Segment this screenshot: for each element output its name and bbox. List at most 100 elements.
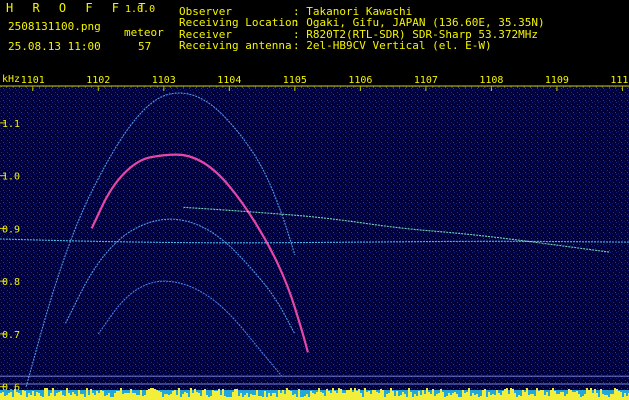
power-band-bar xyxy=(374,390,376,400)
power-band-bar xyxy=(364,388,366,400)
power-band-bar xyxy=(170,394,172,400)
power-band-bar xyxy=(576,391,578,400)
power-band-bar xyxy=(606,395,608,400)
power-band-bar xyxy=(278,390,280,400)
power-band-bar xyxy=(294,394,296,400)
power-band-bar xyxy=(502,391,504,400)
power-band-bar xyxy=(544,395,546,400)
power-band-bar xyxy=(32,391,34,400)
spectrogram: kHz 1101 1102 1103 1104 1105 1106 1107 1108 1109 1… xyxy=(0,72,629,400)
x-tick-label: 1109 xyxy=(545,75,569,86)
power-band-bar xyxy=(126,393,128,400)
power-band-bar xyxy=(124,393,126,400)
power-band-bar xyxy=(454,392,456,400)
power-band-bar xyxy=(56,393,58,400)
power-band-bar xyxy=(568,389,570,400)
power-band-bar xyxy=(102,391,104,400)
field-label-antenna: Receiving antenna xyxy=(179,39,292,52)
power-band-bar xyxy=(432,389,434,400)
power-band-bar xyxy=(160,392,162,400)
power-band-bar xyxy=(352,392,354,400)
power-band-bar xyxy=(330,393,332,400)
power-band-bar xyxy=(410,392,412,400)
power-band-bar xyxy=(332,388,334,400)
power-band-bar xyxy=(584,394,586,400)
power-band-bar xyxy=(66,388,68,400)
power-band-bar xyxy=(136,395,138,400)
power-band-bar xyxy=(620,392,622,400)
power-band-bar xyxy=(210,396,212,400)
power-band-bar xyxy=(62,395,64,400)
power-band-bar xyxy=(14,389,16,400)
y-axis-label: kHz xyxy=(2,74,20,85)
power-band-bar xyxy=(468,388,470,400)
power-band-bar xyxy=(184,392,186,400)
power-band-bar xyxy=(540,390,542,400)
power-band-bar xyxy=(54,396,56,400)
power-band-bar xyxy=(234,389,236,400)
power-band-bar xyxy=(382,390,384,400)
power-band-bar xyxy=(90,389,92,400)
power-band-bar xyxy=(424,394,426,400)
power-band-bar xyxy=(402,392,404,400)
power-band-bar xyxy=(46,388,48,400)
power-band-bar xyxy=(144,395,146,400)
power-band-bar xyxy=(464,393,466,400)
power-band-bar xyxy=(274,393,276,400)
power-band-bar xyxy=(4,396,6,400)
x-tick-label: 1110 xyxy=(610,75,629,86)
power-band-bar xyxy=(132,393,134,400)
power-band-bar xyxy=(96,391,98,400)
power-band-bar xyxy=(298,389,300,400)
power-band-bar xyxy=(562,392,564,400)
power-band-bar xyxy=(306,394,308,400)
power-band-bar xyxy=(60,391,62,400)
file-name: 2508131100.png xyxy=(8,20,101,33)
power-band-bar xyxy=(194,389,196,400)
power-band-bar xyxy=(164,394,166,400)
power-band-bar xyxy=(246,393,248,400)
power-band-bar xyxy=(64,396,66,400)
power-band-bar xyxy=(530,394,532,400)
power-band-bar xyxy=(24,391,26,400)
power-band-bar xyxy=(326,389,328,400)
power-band-bar xyxy=(422,390,424,400)
power-band-bar xyxy=(528,395,530,400)
power-band-bar xyxy=(50,393,52,400)
power-band-bar xyxy=(314,394,316,400)
power-band-bar xyxy=(500,395,502,400)
power-band-bar xyxy=(0,393,2,400)
power-band-bar xyxy=(240,393,242,400)
power-band-bar xyxy=(550,390,552,400)
power-band-bar xyxy=(284,394,286,400)
power-band-bar xyxy=(214,391,216,400)
power-band-bar xyxy=(560,392,562,400)
power-band-bar xyxy=(322,393,324,400)
power-band-bar xyxy=(442,392,444,400)
power-band-bar xyxy=(150,388,152,400)
power-band-bar xyxy=(156,390,158,400)
header-panel: H R O F F T 1.0.0 2508131100.png meteor … xyxy=(0,0,629,72)
power-band-bar xyxy=(78,390,80,400)
power-band-bar xyxy=(44,388,46,400)
power-band-bar xyxy=(76,396,78,400)
power-band-bar xyxy=(140,390,142,400)
power-band-bar xyxy=(590,388,592,400)
power-band-bar xyxy=(272,393,274,400)
power-band-bar xyxy=(430,394,432,400)
power-band-bar xyxy=(504,389,506,400)
power-band-bar xyxy=(254,395,256,400)
power-band-bar xyxy=(452,393,454,400)
power-band-bar xyxy=(566,394,568,400)
power-band-bar xyxy=(290,391,292,400)
power-band-bar xyxy=(258,396,260,400)
power-band-bar xyxy=(538,391,540,400)
power-band-bar xyxy=(398,396,400,400)
x-tick-label: 1101 xyxy=(21,75,45,86)
power-band-bar xyxy=(388,393,390,400)
power-band-bar xyxy=(220,395,222,400)
power-band-bar xyxy=(426,388,428,400)
power-band-bar xyxy=(252,395,254,400)
power-band-bar xyxy=(268,393,270,400)
power-band-bar xyxy=(474,395,476,400)
